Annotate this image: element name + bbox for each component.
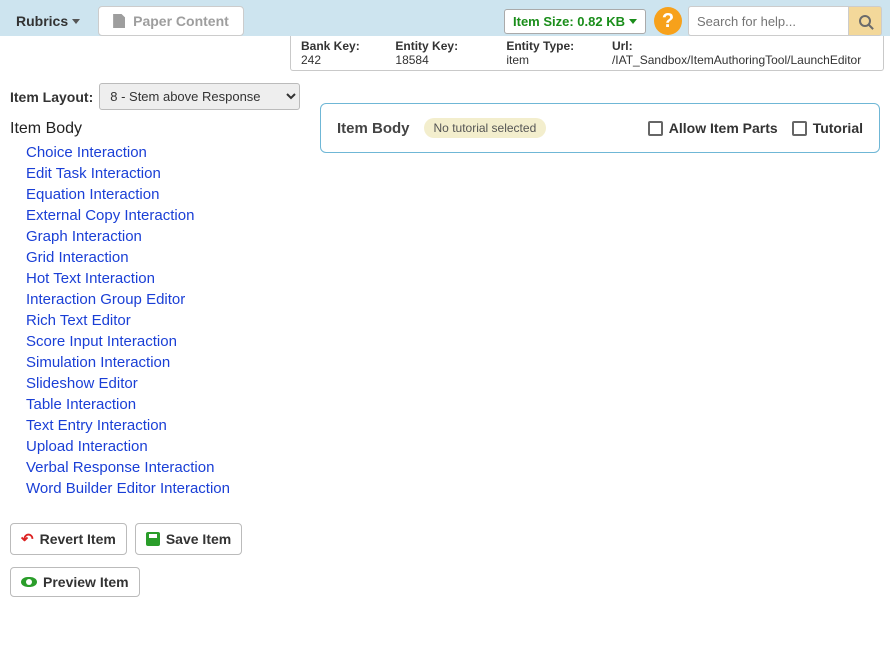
interaction-link[interactable]: Choice Interaction — [26, 144, 147, 161]
checkbox-icon — [792, 121, 807, 136]
interaction-link[interactable]: Slideshow Editor — [26, 375, 138, 392]
undo-icon: ↶ — [21, 530, 34, 548]
list-item: Score Input Interaction — [26, 333, 300, 350]
entity-type: Entity Type: item — [506, 39, 596, 67]
search-icon — [859, 15, 871, 27]
list-item: Graph Interaction — [26, 228, 300, 245]
bank-key: Bank Key: 242 — [301, 39, 379, 67]
no-tutorial-badge: No tutorial selected — [424, 118, 547, 138]
interaction-link[interactable]: Text Entry Interaction — [26, 417, 167, 434]
checkbox-icon — [648, 121, 663, 136]
search-button[interactable] — [848, 6, 882, 36]
interaction-link[interactable]: Verbal Response Interaction — [26, 459, 214, 476]
search-wrap — [688, 6, 882, 36]
rubrics-dropdown[interactable]: Rubrics — [8, 9, 88, 33]
interaction-link[interactable]: Hot Text Interaction — [26, 270, 155, 287]
tutorial-checkbox[interactable]: Tutorial — [792, 120, 863, 136]
interaction-link[interactable]: Interaction Group Editor — [26, 291, 185, 308]
save-icon — [146, 532, 160, 546]
list-item: Upload Interaction — [26, 438, 300, 455]
paper-content-label: Paper Content — [133, 13, 229, 29]
allow-item-parts-checkbox[interactable]: Allow Item Parts — [648, 120, 778, 136]
list-item: Word Builder Editor Interaction — [26, 480, 300, 497]
rubrics-label: Rubrics — [16, 13, 68, 29]
caret-down-icon — [629, 19, 637, 24]
interaction-link[interactable]: Rich Text Editor — [26, 312, 131, 329]
interaction-link[interactable]: Grid Interaction — [26, 249, 129, 266]
list-item: Interaction Group Editor — [26, 291, 300, 308]
interaction-link[interactable]: Score Input Interaction — [26, 333, 177, 350]
url-field: Url: /IAT_Sandbox/ItemAuthoringTool/Laun… — [612, 39, 873, 67]
item-size-dropdown[interactable]: Item Size: 0.82 KB — [504, 9, 646, 34]
help-icon[interactable]: ? — [654, 7, 682, 35]
interaction-link[interactable]: Table Interaction — [26, 396, 136, 413]
list-item: Rich Text Editor — [26, 312, 300, 329]
list-item: Edit Task Interaction — [26, 165, 300, 182]
search-input[interactable] — [688, 6, 848, 36]
panel-title: Item Body — [337, 120, 410, 137]
list-item: Equation Interaction — [26, 186, 300, 203]
interaction-link[interactable]: Graph Interaction — [26, 228, 142, 245]
item-layout-row: Item Layout: 8 - Stem above Response — [10, 83, 300, 110]
item-layout-select[interactable]: 8 - Stem above Response — [99, 83, 300, 110]
list-item: Verbal Response Interaction — [26, 459, 300, 476]
main-area: Item Layout: 8 - Stem above Response Ite… — [0, 71, 890, 609]
interaction-link[interactable]: Simulation Interaction — [26, 354, 170, 371]
interaction-link[interactable]: External Copy Interaction — [26, 207, 194, 224]
item-size-label: Item Size: 0.82 KB — [513, 14, 625, 29]
right-column: Item Body No tutorial selected Allow Ite… — [320, 103, 880, 153]
top-toolbar: Rubrics Paper Content Item Size: 0.82 KB… — [0, 0, 890, 36]
list-item: Simulation Interaction — [26, 354, 300, 371]
list-item: Slideshow Editor — [26, 375, 300, 392]
list-item: Text Entry Interaction — [26, 417, 300, 434]
action-row: ↶ Revert Item Save Item — [10, 523, 300, 555]
interaction-link[interactable]: Word Builder Editor Interaction — [26, 480, 230, 497]
save-item-button[interactable]: Save Item — [135, 523, 242, 555]
interaction-link[interactable]: Upload Interaction — [26, 438, 148, 455]
item-body-panel: Item Body No tutorial selected Allow Ite… — [320, 103, 880, 153]
item-body-heading: Item Body — [10, 120, 300, 138]
list-item: Table Interaction — [26, 396, 300, 413]
caret-down-icon — [72, 19, 80, 24]
eye-icon — [21, 577, 37, 587]
interaction-list: Choice Interaction Edit Task Interaction E… — [10, 144, 300, 497]
interaction-link[interactable]: Equation Interaction — [26, 186, 159, 203]
list-item: Grid Interaction — [26, 249, 300, 266]
item-layout-label: Item Layout: — [10, 89, 93, 105]
list-item: Hot Text Interaction — [26, 270, 300, 287]
list-item: External Copy Interaction — [26, 207, 300, 224]
revert-item-button[interactable]: ↶ Revert Item — [10, 523, 127, 555]
entity-key: Entity Key: 18584 — [395, 39, 490, 67]
info-bar: Bank Key: 242 Entity Key: 18584 Entity T… — [290, 36, 884, 71]
paper-content-button[interactable]: Paper Content — [98, 6, 244, 36]
list-item: Choice Interaction — [26, 144, 300, 161]
preview-item-button[interactable]: Preview Item — [10, 567, 140, 597]
left-column: Item Layout: 8 - Stem above Response Ite… — [10, 83, 300, 597]
document-icon — [113, 14, 125, 28]
action-row-2: Preview Item — [10, 567, 300, 597]
interaction-link[interactable]: Edit Task Interaction — [26, 165, 161, 182]
